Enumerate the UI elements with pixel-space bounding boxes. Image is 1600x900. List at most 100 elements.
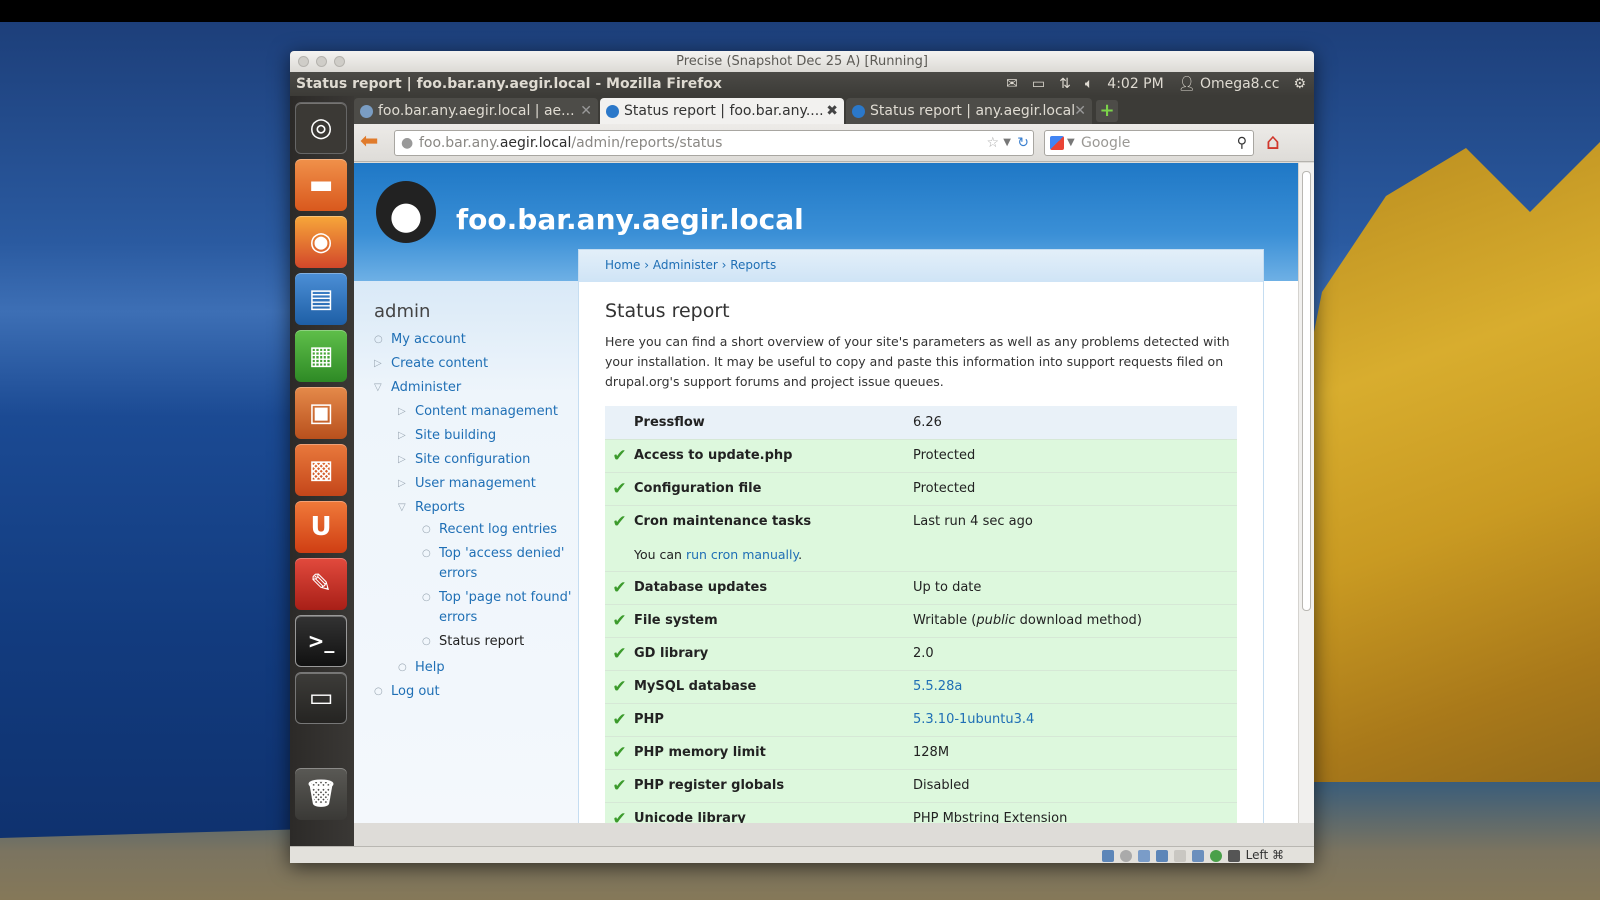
host-top-bar xyxy=(0,0,1600,22)
back-arrow-icon[interactable]: ⬅ xyxy=(360,131,378,153)
menu-reports[interactable]: ▽ Reports xyxy=(398,496,574,520)
table-row: ✔ PHP memory limit 128M xyxy=(605,736,1237,770)
table-row: ✔ Access to update.php Protected xyxy=(605,439,1237,473)
close-icon[interactable]: ✕ xyxy=(580,98,592,124)
value-text: download method) xyxy=(1015,613,1142,628)
engine-dropdown-icon[interactable]: ▼ xyxy=(1067,131,1075,155)
url-host: aegir.local xyxy=(499,135,572,151)
menu-top-page-not-found[interactable]: ○ Top 'page not found' errors xyxy=(422,588,574,628)
close-icon[interactable]: ✕ xyxy=(1074,98,1086,124)
libreoffice-calc-icon[interactable]: ▦ xyxy=(295,330,347,382)
collapsed-arrow-icon: ▷ xyxy=(398,430,406,441)
page-title: Status report xyxy=(605,300,730,322)
home-icon[interactable]: ⌂ xyxy=(1266,130,1280,155)
menu-administer[interactable]: ▽ Administer xyxy=(374,376,574,400)
vm-minimize-button[interactable] xyxy=(316,56,327,67)
files-folder-icon[interactable]: ▬ xyxy=(295,159,347,211)
vm-close-button[interactable] xyxy=(298,56,309,67)
dash-home-icon[interactable]: ◎ xyxy=(295,102,347,154)
ubuntu-one-icon[interactable]: U xyxy=(295,501,347,553)
search-input[interactable]: ▼ Google ⚲ xyxy=(1044,130,1254,156)
vm-status-tray: Left ⌘ xyxy=(1101,847,1284,864)
table-row-description: You can run cron manually. xyxy=(605,538,1237,572)
mysql-version-link[interactable]: 5.5.28a xyxy=(913,679,962,694)
libreoffice-impress-icon[interactable]: ▣ xyxy=(295,387,347,439)
url-dropdown-icon[interactable]: ▼ xyxy=(1003,131,1011,155)
site-name[interactable]: foo.bar.any.aegir.local xyxy=(456,203,804,236)
bookmark-star-icon[interactable]: ☆ xyxy=(986,131,999,155)
optical-drive-icon[interactable] xyxy=(1119,849,1132,862)
menu-log-out[interactable]: ○ Log out xyxy=(374,680,574,704)
mail-icon[interactable]: ✉ xyxy=(1006,72,1018,96)
menu-site-building[interactable]: ▷ Site building xyxy=(398,424,574,448)
unity-launcher: ◎ ▬ ◉ ▤ ▦ ▣ ▩ U ✎ >_ ▭ 🗑︎ xyxy=(290,96,354,846)
firefox-icon[interactable]: ◉ xyxy=(295,216,347,268)
user-icon: 👤︎ xyxy=(1177,76,1196,92)
clock[interactable]: 4:02 PM xyxy=(1107,72,1163,96)
shared-folders-icon[interactable] xyxy=(1155,849,1168,862)
workspace-switcher-icon[interactable]: ▭ xyxy=(295,672,347,724)
mouse-integration-icon[interactable] xyxy=(1227,849,1240,862)
run-cron-link[interactable]: run cron manually xyxy=(686,547,798,562)
system-settings-icon[interactable]: ✎ xyxy=(295,558,347,610)
close-icon[interactable]: ✖ xyxy=(826,98,838,124)
site-identity-icon[interactable]: ● xyxy=(401,131,413,155)
display-icon[interactable] xyxy=(1173,849,1186,862)
menu-top-access-denied[interactable]: ○ Top 'access denied' errors xyxy=(422,544,574,584)
network-icon[interactable]: ⇅ xyxy=(1059,72,1071,96)
menu-label: My account xyxy=(391,332,466,347)
gear-icon[interactable]: ⚙ xyxy=(1293,72,1306,96)
breadcrumb-administer[interactable]: Administer xyxy=(653,258,718,272)
volume-icon[interactable]: 🔈︎ xyxy=(1085,72,1093,96)
scroll-thumb[interactable] xyxy=(1302,171,1311,611)
php-version-link[interactable]: 5.3.10-1ubuntu3.4 xyxy=(913,712,1034,727)
trash-icon[interactable]: 🗑︎ xyxy=(295,768,347,820)
row-value: PHP Mbstring Extension xyxy=(913,802,1237,823)
user-menu[interactable]: 👤︎ Omega8.cc xyxy=(1178,72,1280,96)
row-name: Cron maintenance tasks xyxy=(634,505,913,538)
vm-maximize-button[interactable] xyxy=(334,56,345,67)
video-capture-icon[interactable] xyxy=(1191,849,1204,862)
row-value: 5.3.10-1ubuntu3.4 xyxy=(913,703,1237,737)
network-status-icon[interactable] xyxy=(1209,849,1222,862)
menu-help[interactable]: ○ Help xyxy=(398,656,574,680)
libreoffice-writer-icon[interactable]: ▤ xyxy=(295,273,347,325)
breadcrumb-home[interactable]: Home xyxy=(605,258,640,272)
menu-site-configuration[interactable]: ▷ Site configuration xyxy=(398,448,574,472)
checkmark-icon: ✔ xyxy=(605,571,634,605)
tab-status-report-active[interactable]: Status report | foo.bar.any.... ✖ xyxy=(600,98,844,124)
menu-status-report[interactable]: ○ Status report xyxy=(422,632,574,652)
drupal-logo-icon[interactable] xyxy=(376,181,436,243)
breadcrumb-reports[interactable]: Reports xyxy=(730,258,776,272)
url-bar[interactable]: ● foo.bar.any.aegir.local/admin/reports/… xyxy=(394,130,1034,156)
menu-content-management[interactable]: ▷ Content management xyxy=(398,400,574,424)
row-value: 128M xyxy=(913,736,1237,770)
expanded-arrow-icon: ▽ xyxy=(374,382,382,393)
google-engine-icon[interactable] xyxy=(1050,136,1064,150)
table-row: ✔ Configuration file Protected xyxy=(605,472,1237,506)
menu-user-management[interactable]: ▷ User management xyxy=(398,472,574,496)
tab-status-report-any[interactable]: Status report | any.aegir.local ✕ xyxy=(846,98,1092,124)
software-center-icon[interactable]: ▩ xyxy=(295,444,347,496)
usb-icon[interactable] xyxy=(1137,849,1150,862)
checkmark-icon: ✔ xyxy=(605,736,634,770)
menu-create-content[interactable]: ▷ Create content xyxy=(374,352,574,376)
menu-my-account[interactable]: ○ My account xyxy=(374,328,574,352)
checkmark-icon: ✔ xyxy=(605,505,634,538)
new-tab-plus-icon[interactable]: + xyxy=(1096,100,1118,122)
status-cell xyxy=(605,406,634,440)
user-name: Omega8.cc xyxy=(1199,76,1280,92)
main-content: Home › Administer › Reports Status repor… xyxy=(578,249,1264,823)
terminal-icon[interactable]: >_ xyxy=(295,615,347,667)
menu-recent-log-entries[interactable]: ○ Recent log entries xyxy=(422,520,574,540)
row-value: Up to date xyxy=(913,571,1237,605)
page-scrollbar[interactable] xyxy=(1298,163,1314,823)
status-cell xyxy=(605,538,634,572)
reload-icon[interactable]: ↻ xyxy=(1017,131,1029,155)
search-icon[interactable]: ⚲ xyxy=(1237,131,1247,155)
harddisk-icon[interactable] xyxy=(1101,849,1114,862)
battery-icon[interactable]: ▭ xyxy=(1032,72,1045,96)
checkmark-icon: ✔ xyxy=(605,604,634,638)
host-key-label: Left ⌘ xyxy=(1245,848,1284,862)
tab-aegir-site[interactable]: foo.bar.any.aegir.local | ae... ✕ xyxy=(354,98,598,124)
